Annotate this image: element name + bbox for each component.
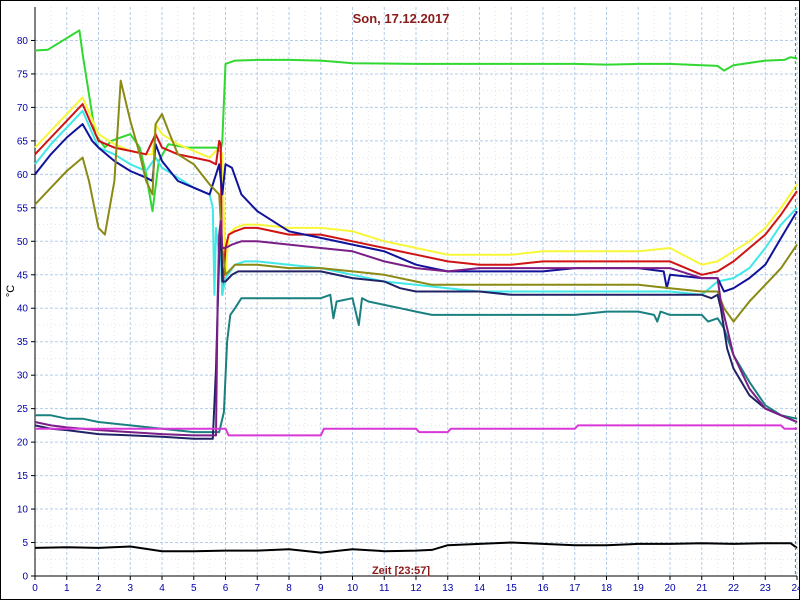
y-tick-label: 45 [17,270,29,281]
y-tick-label: 55 [17,203,29,214]
chart-title: Son, 17.12.2017 [353,11,450,26]
y-tick-label: 15 [17,471,29,482]
x-tick-label: 21 [696,583,708,594]
x-axis-label: Zeit [23:57] [372,565,430,577]
x-tick-label: 11 [379,583,390,594]
x-tick-label: 7 [254,583,260,594]
y-axis-label: °C [5,285,17,297]
x-tick-label: 10 [347,583,359,594]
y-tick-label: 40 [17,304,29,315]
x-tick-label: 5 [191,583,197,594]
x-tick-label: 13 [442,583,454,594]
x-tick-label: 9 [318,583,324,594]
y-tick-label: 0 [22,572,28,583]
chart-frame: 0 1 2 3 4 5 6 7 8 9 10 11 12 13 14 15 16 17 18 19 20 21 22 23 24… [0,0,800,600]
y-tick-label: 20 [17,438,29,449]
y-tick-label: 30 [17,371,29,382]
x-tick-label: 24 [791,583,800,594]
x-tick-label: 12 [410,583,422,594]
x-tick-label: 17 [569,583,581,594]
x-tick-label: 18 [601,583,613,594]
x-tick-label: 19 [633,583,645,594]
x-tick-label: 22 [728,583,740,594]
x-tick-label: 4 [159,583,165,594]
y-tick-label: 25 [17,404,29,415]
x-tick-label: 15 [506,583,518,594]
x-tick-label: 16 [537,583,549,594]
y-tick-label: 75 [17,69,29,80]
x-tick-label: 0 [32,583,38,594]
y-tick-label: 35 [17,337,29,348]
x-tick-label: 23 [760,583,772,594]
y-tick-label: 70 [17,103,29,114]
x-tick-label: 2 [96,583,102,594]
x-tick-label: 3 [127,583,133,594]
x-tick-label: 6 [223,583,229,594]
x-tick-label: 14 [474,583,486,594]
y-tick-label: 60 [17,170,29,181]
line-chart: 0 1 2 3 4 5 6 7 8 9 10 11 12 13 14 15 16 17 18 19 20 21 22 23 24… [5,7,800,594]
y-tick-label: 80 [17,36,29,47]
y-tick-label: 10 [17,505,29,516]
x-tick-label: 8 [286,583,292,594]
y-tick-label: 50 [17,237,29,248]
y-tick-label: 65 [17,136,29,147]
y-tick-label: 5 [22,538,28,549]
x-tick-label: 20 [664,583,676,594]
x-tick-label: 1 [64,583,70,594]
